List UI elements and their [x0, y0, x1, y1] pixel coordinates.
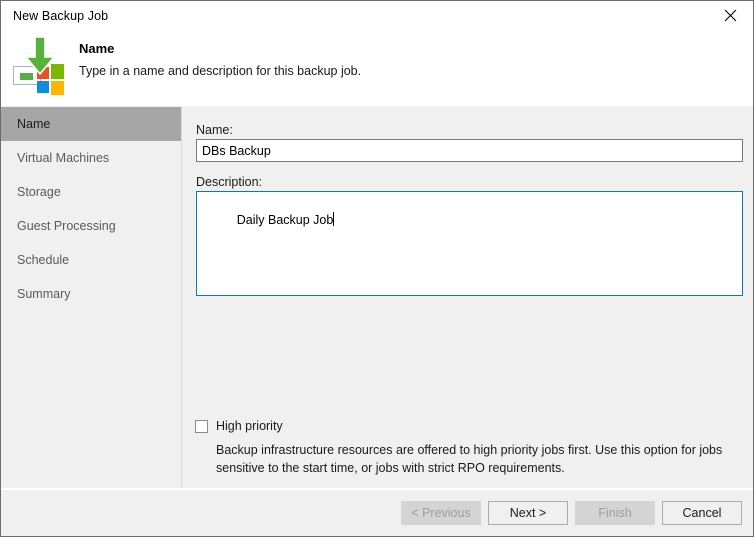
- previous-button-label: < Previous: [411, 506, 470, 520]
- close-icon[interactable]: [708, 1, 753, 30]
- description-field-label: Description:: [196, 175, 262, 189]
- description-input[interactable]: Daily Backup Job: [196, 191, 743, 296]
- wizard-steps-sidebar: Name Virtual Machines Storage Guest Proc…: [1, 106, 182, 488]
- sidebar-item-label: Guest Processing: [17, 219, 116, 233]
- step-content-name: Name: Description: Daily Backup Job High…: [182, 106, 753, 488]
- sidebar-item-name[interactable]: Name: [1, 107, 181, 141]
- high-priority-label: High priority: [216, 418, 283, 434]
- cancel-button-label: Cancel: [683, 506, 722, 520]
- page-subtitle: Type in a name and description for this …: [79, 64, 361, 79]
- sidebar-item-storage[interactable]: Storage: [1, 175, 181, 209]
- dialog-body: Name Virtual Machines Storage Guest Proc…: [1, 106, 753, 488]
- sidebar-item-label: Summary: [17, 287, 70, 301]
- new-backup-job-dialog: New Backup Job Name: [0, 0, 754, 537]
- dialog-header: Name Type in a name and description for …: [1, 31, 753, 106]
- next-button-label: Next >: [510, 506, 546, 520]
- high-priority-checkbox[interactable]: [195, 420, 208, 433]
- cancel-button[interactable]: Cancel: [662, 501, 742, 525]
- sidebar-item-label: Virtual Machines: [17, 151, 109, 165]
- description-text: Daily Backup Job: [237, 213, 334, 227]
- download-arrow-icon: [25, 37, 55, 75]
- sidebar-item-label: Name: [17, 117, 50, 131]
- sidebar-item-guest-processing[interactable]: Guest Processing: [1, 209, 181, 243]
- finish-button-label: Finish: [598, 506, 631, 520]
- name-input[interactable]: [196, 139, 743, 162]
- next-button[interactable]: Next >: [488, 501, 568, 525]
- sidebar-item-summary[interactable]: Summary: [1, 277, 181, 311]
- name-field-label: Name:: [196, 123, 233, 137]
- sidebar-item-virtual-machines[interactable]: Virtual Machines: [1, 141, 181, 175]
- text-caret: [333, 212, 334, 226]
- high-priority-description: Backup infrastructure resources are offe…: [216, 441, 731, 477]
- page-title: Name: [79, 41, 361, 56]
- sidebar-item-schedule[interactable]: Schedule: [1, 243, 181, 277]
- window-title: New Backup Job: [1, 9, 108, 23]
- titlebar: New Backup Job: [1, 1, 753, 31]
- sidebar-item-label: Storage: [17, 185, 61, 199]
- sidebar-item-label: Schedule: [17, 253, 69, 267]
- dialog-footer: < Previous Next > Finish Cancel: [1, 490, 753, 536]
- high-priority-section: High priority Backup infrastructure reso…: [195, 418, 730, 477]
- finish-button[interactable]: Finish: [575, 501, 655, 525]
- previous-button[interactable]: < Previous: [401, 501, 481, 525]
- backup-job-icon: [11, 37, 73, 99]
